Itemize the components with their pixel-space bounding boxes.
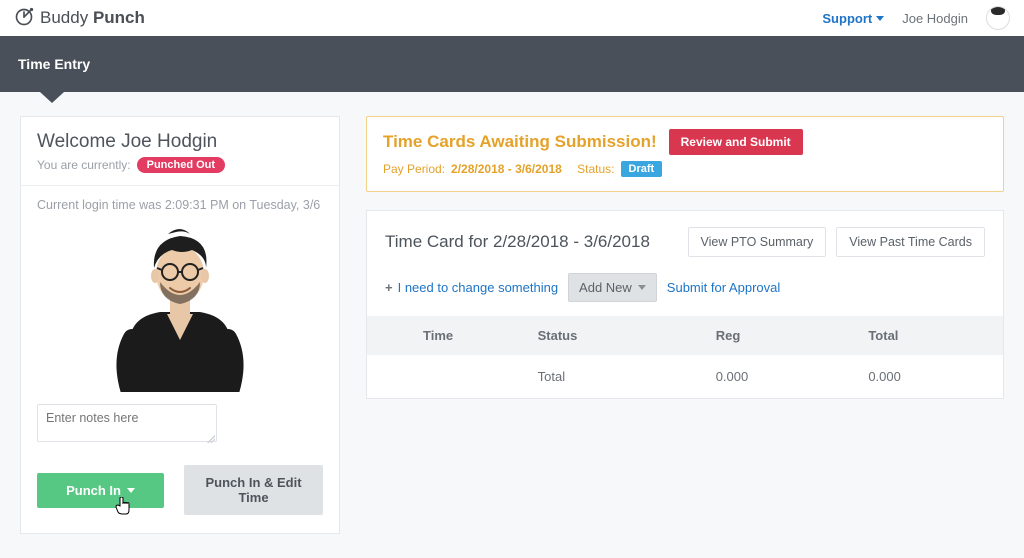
view-past-timecards-button[interactable]: View Past Time Cards: [836, 227, 985, 257]
col-header-reg: Reg: [698, 316, 851, 355]
status-badge: Punched Out: [137, 157, 225, 173]
pay-period-value: 2/28/2018 - 3/6/2018: [451, 162, 562, 176]
change-something-link[interactable]: + I need to change something: [385, 280, 558, 295]
chevron-down-icon: [876, 16, 884, 21]
support-dropdown[interactable]: Support: [822, 11, 884, 26]
punch-in-edit-button[interactable]: Punch In & Edit Time: [184, 465, 323, 515]
page-title: Time Entry: [18, 56, 90, 72]
support-label: Support: [822, 11, 872, 26]
total-row-total: 0.000: [850, 355, 1003, 398]
current-user-name[interactable]: Joe Hodgin: [902, 11, 968, 26]
change-something-label: I need to change something: [398, 280, 558, 295]
pay-period-label: Pay Period:: [383, 162, 445, 176]
clock-hand-icon: [14, 7, 34, 30]
status-prefix: You are currently:: [37, 158, 131, 172]
last-login-time: Current login time was 2:09:31 PM on Tue…: [37, 198, 323, 212]
chevron-down-icon: [638, 285, 646, 290]
col-header-status: Status: [520, 316, 698, 355]
notes-input[interactable]: [37, 404, 217, 442]
brand-name-strong: Punch: [93, 8, 145, 27]
chevron-down-icon: [127, 488, 135, 493]
col-header-total: Total: [850, 316, 1003, 355]
timecard-title: Time Card for 2/28/2018 - 3/6/2018: [385, 232, 678, 252]
brand-name-light: Buddy: [40, 8, 88, 27]
avatar[interactable]: [986, 6, 1010, 30]
punch-in-label: Punch In: [66, 483, 121, 498]
plus-icon: +: [385, 280, 393, 295]
punch-in-button[interactable]: Punch In: [37, 473, 164, 508]
add-new-dropdown[interactable]: Add New: [568, 273, 657, 302]
submit-approval-link[interactable]: Submit for Approval: [667, 280, 780, 295]
timecard-panel: Time Card for 2/28/2018 - 3/6/2018 View …: [366, 210, 1004, 399]
page-subheader: Time Entry: [0, 36, 1024, 92]
timecard-table: Time Status Reg Total Total 0.000 0.000: [367, 316, 1003, 398]
add-new-label: Add New: [579, 280, 632, 295]
total-row-reg: 0.000: [698, 355, 851, 398]
alert-status-badge: Draft: [621, 161, 663, 177]
review-submit-button[interactable]: Review and Submit: [669, 129, 803, 155]
punch-in-edit-label: Punch In & Edit Time: [206, 475, 302, 505]
alert-title: Time Cards Awaiting Submission!: [383, 132, 657, 152]
col-header-time: Time: [367, 316, 520, 355]
welcome-title: Welcome Joe Hodgin: [37, 131, 323, 153]
view-pto-button[interactable]: View PTO Summary: [688, 227, 827, 257]
brand-text: Buddy Punch: [40, 8, 145, 28]
submission-alert: Time Cards Awaiting Submission! Review a…: [366, 116, 1004, 192]
top-bar: Buddy Punch Support Joe Hodgin: [0, 0, 1024, 36]
brand-logo[interactable]: Buddy Punch: [14, 7, 145, 30]
divider: [21, 185, 339, 186]
profile-photo: [110, 222, 250, 392]
cursor-pointer-icon: [115, 497, 131, 520]
welcome-card: Welcome Joe Hodgin You are currently: Pu…: [20, 116, 340, 534]
total-row-label: Total: [520, 355, 698, 398]
alert-status-label: Status:: [577, 162, 614, 176]
table-row-total: Total 0.000 0.000: [367, 355, 1003, 398]
